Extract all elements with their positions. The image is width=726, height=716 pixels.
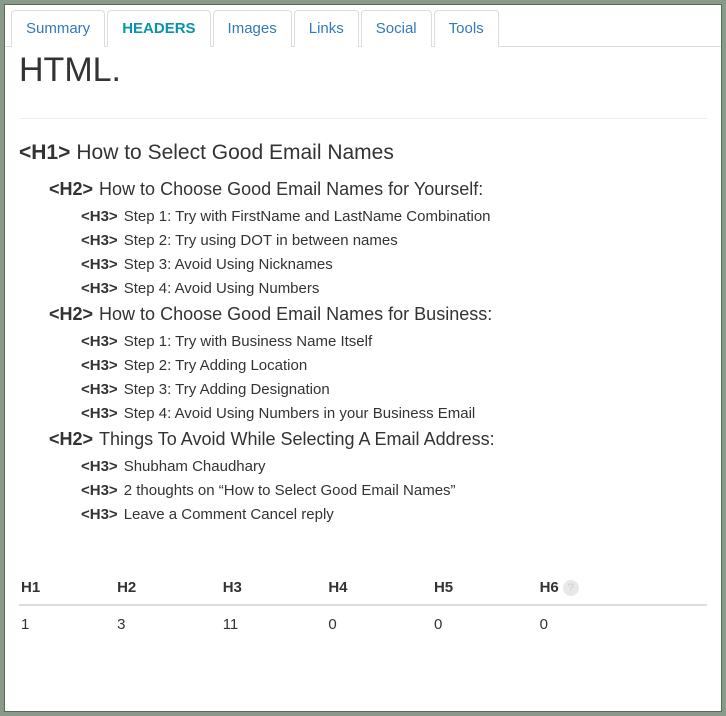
heading-text: Step 1: Try with FirstName and LastName … — [124, 208, 491, 225]
count-h5: 0 — [428, 605, 534, 643]
heading-row: <H3> Step 1: Try with FirstName and LastN… — [81, 208, 707, 225]
heading-tag: <H3> — [81, 458, 118, 475]
heading-tag: <H2> — [49, 304, 93, 325]
heading-text: Shubham Chaudhary — [124, 458, 266, 475]
heading-row: <H3> Step 1: Try with Business Name Itsel… — [81, 333, 707, 350]
heading-tag: <H3> — [81, 405, 118, 422]
heading-row: <H3> Step 4: Avoid Using Numbers in your … — [81, 405, 707, 422]
col-h1: H1 — [19, 571, 111, 605]
heading-tag: <H3> — [81, 280, 118, 297]
heading-row: <H2> How to Choose Good Email Names for B… — [49, 304, 707, 325]
heading-row: <H2> Things To Avoid While Selecting A Em… — [49, 429, 707, 450]
heading-row: <H3> Shubham Chaudhary — [81, 458, 707, 475]
heading-text: Step 4: Avoid Using Numbers — [124, 280, 320, 297]
heading-tag: <H3> — [81, 506, 118, 523]
heading-tag: <H3> — [81, 482, 118, 499]
heading-row: <H3> Leave a Comment Cancel reply — [81, 506, 707, 523]
col-h3: H3 — [217, 571, 323, 605]
table-header-row: H1 H2 H3 H4 H5 H6? — [19, 571, 707, 605]
heading-row: <H2> How to Choose Good Email Names for Y… — [49, 179, 707, 200]
heading-tag: <H3> — [81, 232, 118, 249]
count-h1: 1 — [19, 605, 111, 643]
col-h5: H5 — [428, 571, 534, 605]
heading-tag: <H1> — [19, 141, 70, 165]
table-row: 1 3 11 0 0 0 — [19, 605, 707, 643]
heading-tag: <H2> — [49, 179, 93, 200]
heading-tree: <H1>How to Select Good Email Names <H2> H… — [19, 141, 707, 523]
headers-panel: Summary HEADERS Images Links Social Tool… — [4, 4, 722, 712]
heading-text: Things To Avoid While Selecting A Email … — [99, 429, 495, 450]
heading-row: <H1>How to Select Good Email Names — [19, 141, 707, 165]
heading-row: <H3> Step 2: Try using DOT in between nam… — [81, 232, 707, 249]
heading-text: 2 thoughts on “How to Select Good Email … — [124, 482, 456, 499]
heading-row: <H3> Step 3: Try Adding Designation — [81, 381, 707, 398]
section-title: HTML. — [19, 51, 707, 90]
tab-social[interactable]: Social — [361, 10, 432, 47]
heading-tag: <H3> — [81, 333, 118, 350]
heading-text: How to Choose Good Email Names for Yours… — [99, 179, 483, 200]
heading-text: Step 1: Try with Business Name Itself — [124, 333, 372, 350]
tab-tools[interactable]: Tools — [434, 10, 499, 47]
divider — [19, 118, 707, 119]
col-h6: H6? — [534, 571, 707, 605]
tab-content: HTML. <H1>How to Select Good Email Names… — [5, 47, 721, 657]
col-h2: H2 — [111, 571, 217, 605]
heading-text: How to Select Good Email Names — [76, 141, 393, 165]
count-h4: 0 — [322, 605, 428, 643]
count-h6: 0 — [534, 605, 707, 643]
heading-row: <H3> Step 4: Avoid Using Numbers — [81, 280, 707, 297]
heading-tag: <H3> — [81, 256, 118, 273]
heading-text: Leave a Comment Cancel reply — [124, 506, 334, 523]
tab-links[interactable]: Links — [294, 10, 359, 47]
tab-headers[interactable]: HEADERS — [107, 10, 210, 47]
col-h4: H4 — [322, 571, 428, 605]
heading-text: Step 3: Avoid Using Nicknames — [124, 256, 333, 273]
heading-tag: <H3> — [81, 357, 118, 374]
heading-text: Step 2: Try Adding Location — [124, 357, 307, 374]
tabs-bar: Summary HEADERS Images Links Social Tool… — [5, 5, 721, 47]
heading-tag: <H2> — [49, 429, 93, 450]
heading-text: Step 4: Avoid Using Numbers in your Busi… — [124, 405, 476, 422]
heading-text: How to Choose Good Email Names for Busin… — [99, 304, 492, 325]
count-h3: 11 — [217, 605, 323, 643]
heading-tag: <H3> — [81, 208, 118, 225]
heading-tag: <H3> — [81, 381, 118, 398]
heading-text: Step 2: Try using DOT in between names — [124, 232, 398, 249]
count-h2: 3 — [111, 605, 217, 643]
heading-row: <H3> 2 thoughts on “How to Select Good Em… — [81, 482, 707, 499]
heading-summary-table: H1 H2 H3 H4 H5 H6? 1 3 11 0 0 0 — [19, 571, 707, 643]
tab-summary[interactable]: Summary — [11, 10, 105, 47]
help-icon[interactable]: ? — [563, 580, 579, 596]
heading-row: <H3> Step 2: Try Adding Location — [81, 357, 707, 374]
heading-text: Step 3: Try Adding Designation — [124, 381, 330, 398]
tab-images[interactable]: Images — [213, 10, 292, 47]
heading-row: <H3> Step 3: Avoid Using Nicknames — [81, 256, 707, 273]
